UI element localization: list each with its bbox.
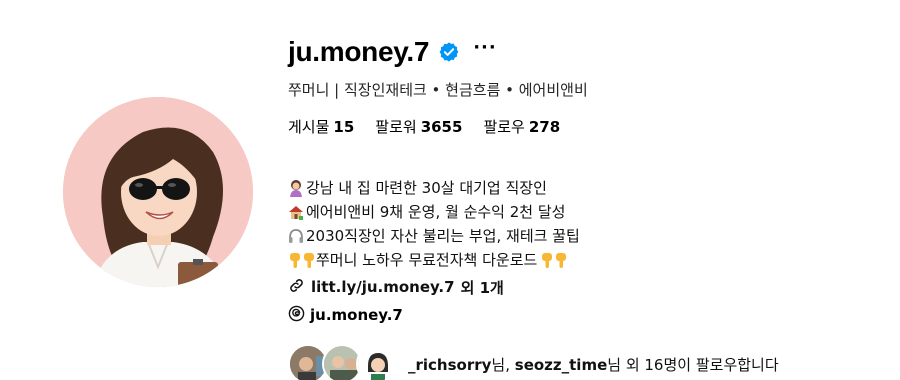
headphones-emoji-icon [288,227,304,245]
follower-username[interactable]: seozz_time [515,356,607,374]
more-options-icon[interactable]: ··· [473,39,497,65]
stat-posts-label: 게시물 [288,118,330,136]
pointing-down-emoji-icon [554,251,568,269]
stat-posts[interactable]: 게시물 15 [288,116,354,138]
external-link-row[interactable]: litt.ly/ju.money.7 외 1개 [288,275,888,299]
follower-username[interactable]: _richsorry [408,356,491,374]
followed-by-text: _richsorry님, seozz_time님 외 16명이 팔로우합니다 [408,354,779,375]
stat-posts-value: 15 [333,118,355,136]
pointing-down-emoji-icon [540,251,554,269]
bio-text: 에어비앤비 9채 운영, 월 순수익 2천 달성 [306,203,566,221]
bio-text: 강남 내 집 마련한 30살 대기업 직장인 [306,179,547,197]
full-name: 쭈머니 | 직장인재테크 • 현금흐름 • 에어비앤비 [288,81,588,99]
follower-avatar [356,344,396,380]
profile-stats: 게시물 15 팔로워 3655 팔로우 278 [288,116,888,138]
link-icon [288,277,305,298]
stat-followers[interactable]: 팔로워 3655 [375,116,462,138]
username: ju.money.7 [288,36,430,67]
followed-sep: 님, [491,355,515,374]
followed-rest: 님 외 16명이 팔로우합니다 [607,355,779,374]
threads-icon [288,305,305,326]
pointing-down-emoji-icon [302,251,316,269]
bio-text: 2030직장인 자산 불리는 부업, 재테크 꿀팁 [306,227,580,245]
profile-avatar[interactable] [63,97,253,287]
more-links-label[interactable]: 외 1개 [461,277,504,298]
verified-badge-icon [438,41,460,63]
bio-line: 강남 내 집 마련한 30살 대기업 직장인 [288,176,888,200]
external-link[interactable]: litt.ly/ju.money.7 [311,278,455,296]
bio-line: 에어비앤비 9채 운영, 월 순수익 2천 달성 [288,200,888,224]
stat-followers-value: 3655 [420,118,463,136]
pointing-down-emoji-icon [288,251,302,269]
threads-row[interactable]: ju.money.7 [288,302,888,328]
woman-emoji-icon [288,179,304,197]
bio-line: 쭈머니 노하우 무료전자책 다운로드 [288,248,888,272]
avatar-illustration [63,97,253,287]
threads-handle[interactable]: ju.money.7 [310,306,403,324]
bio: 강남 내 집 마련한 30살 대기업 직장인 에어비앤비 9채 운영, 월 순수… [288,176,888,272]
followed-by-row[interactable]: _richsorry님, seozz_time님 외 16명이 팔로우합니다 [288,342,888,380]
profile-info: ju.money.7 ··· 쭈머니 | 직장인재테크 • 현금흐름 • 에어비… [288,30,888,380]
username-row: ju.money.7 ··· [288,30,888,74]
stat-followers-label: 팔로워 [375,118,417,136]
stat-following-label: 팔로우 [483,118,525,136]
stat-following[interactable]: 팔로우 278 [483,116,560,138]
bio-line: 2030직장인 자산 불리는 부업, 재테크 꿀팁 [288,224,888,248]
follower-avatars [288,342,400,380]
stat-following-value: 278 [528,118,561,136]
house-emoji-icon [288,203,304,221]
bio-text: 쭈머니 노하우 무료전자책 다운로드 [316,251,538,269]
